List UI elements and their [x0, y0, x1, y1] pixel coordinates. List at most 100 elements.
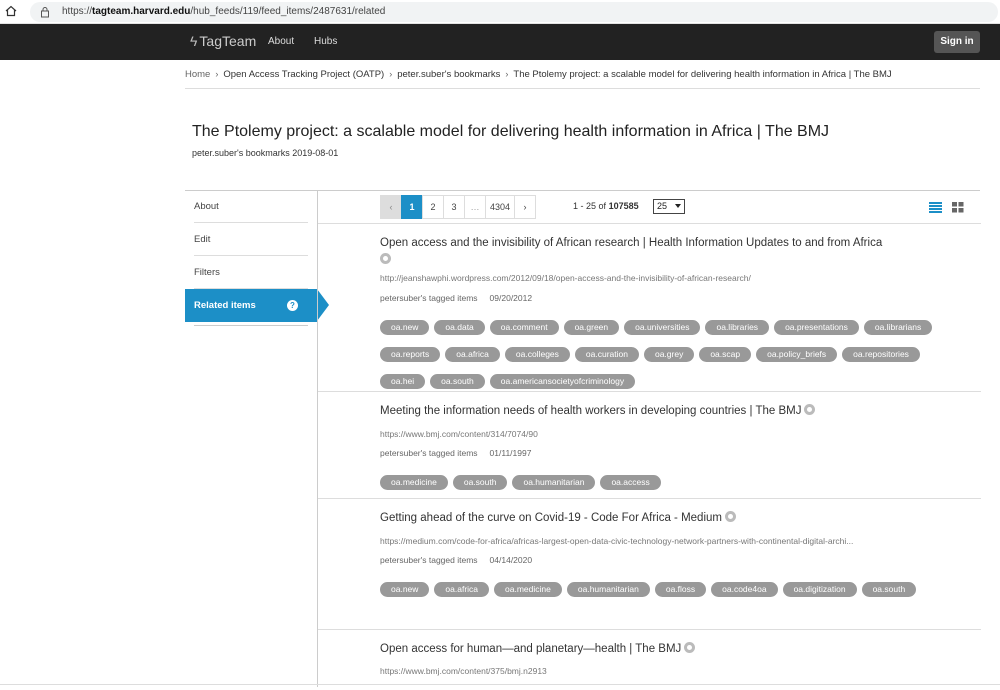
- breadcrumb-current: The Ptolemy project: a scalable model fo…: [513, 69, 892, 80]
- tag-pill[interactable]: oa.humanitarian: [512, 475, 596, 490]
- page-ellipsis: …: [464, 195, 486, 219]
- item-url[interactable]: https://www.bmj.com/content/314/7074/90: [380, 429, 916, 439]
- tag-pill[interactable]: oa.americansocietyofcriminology: [489, 374, 636, 389]
- tag-pill[interactable]: oa.comment: [489, 320, 559, 335]
- tag-pill[interactable]: oa.new: [380, 582, 430, 597]
- menu-item-about[interactable]: About: [194, 190, 308, 223]
- tag-pill[interactable]: oa.green: [563, 320, 620, 335]
- tag-pill[interactable]: oa.south: [452, 475, 508, 490]
- tag-pill[interactable]: oa.access: [600, 475, 661, 490]
- item-title-row: Getting ahead of the curve on Covid-19 -…: [380, 511, 920, 526]
- item-title-link[interactable]: Meeting the information needs of health …: [380, 405, 801, 417]
- result-count: 1 - 25 of 107585: [573, 201, 639, 211]
- tag-pill[interactable]: oa.libraries: [705, 320, 770, 335]
- item-date: 01/11/1997: [489, 448, 532, 458]
- page-title: The Ptolemy project: a scalable model fo…: [192, 123, 830, 140]
- tag-pill[interactable]: oa.medicine: [494, 582, 562, 597]
- tag-pill[interactable]: oa.floss: [654, 582, 707, 597]
- page-2-button[interactable]: 2: [422, 195, 444, 219]
- tag-pill[interactable]: oa.data: [434, 320, 485, 335]
- item-url[interactable]: http://jeanshawphi.wordpress.com/2012/09…: [380, 273, 916, 283]
- related-item: Open access and the invisibility of Afri…: [318, 224, 981, 392]
- nav-hubs-link[interactable]: Hubs: [314, 36, 337, 47]
- tag-pill[interactable]: oa.south: [861, 582, 917, 597]
- tag-list: oa.new oa.africa oa.medicine oa.humanitaria…: [380, 579, 970, 606]
- item-meta: petersuber's tagged items 01/11/1997: [380, 448, 531, 458]
- breadcrumb: Home › Open Access Tracking Project (OATP)…: [185, 69, 892, 80]
- divider: [194, 325, 308, 326]
- related-item: Meeting the information needs of health …: [318, 392, 981, 499]
- sign-in-button[interactable]: Sign in: [934, 31, 980, 53]
- tag-pill[interactable]: oa.code4oa: [711, 582, 778, 597]
- menu-item-filters[interactable]: Filters: [194, 256, 308, 289]
- tag-pill[interactable]: oa.repositories: [842, 347, 920, 362]
- gear-icon[interactable]: [724, 511, 736, 522]
- menu-item-edit[interactable]: Edit: [194, 223, 308, 256]
- item-source[interactable]: petersuber's tagged items: [380, 555, 478, 565]
- tag-pill[interactable]: oa.africa: [434, 582, 490, 597]
- page-3-button[interactable]: 3: [443, 195, 465, 219]
- tag-pill[interactable]: oa.curation: [574, 347, 639, 362]
- chevron-right-icon: ›: [389, 69, 393, 79]
- tag-pill[interactable]: oa.africa: [445, 347, 500, 362]
- item-title-row: Open access and the invisibility of Afri…: [380, 236, 920, 264]
- tag-pill[interactable]: oa.hei: [380, 374, 426, 389]
- related-item: Getting ahead of the curve on Covid-19 -…: [318, 499, 981, 630]
- related-item: Open access for human—and planetary—heal…: [318, 630, 981, 690]
- home-icon[interactable]: [4, 4, 18, 18]
- tag-list: oa.new oa.data oa.comment oa.green oa.univer…: [380, 317, 970, 398]
- item-date: 09/20/2012: [489, 293, 533, 303]
- pagination: ‹ 1 2 3 … 4304 ›: [380, 195, 537, 219]
- chevron-right-icon: ›: [505, 69, 509, 79]
- gear-icon[interactable]: [804, 404, 816, 415]
- browser-address-bar: https://tagteam.harvard.edu/hub_feeds/11…: [0, 0, 1000, 24]
- bolt-icon: ϟ: [190, 33, 198, 49]
- item-title-link[interactable]: Open access for human—and planetary—heal…: [380, 643, 681, 655]
- menu-item-related-items[interactable]: Related items ?: [185, 289, 329, 322]
- brand-logo[interactable]: ϟ TagTeam: [190, 33, 256, 49]
- lock-icon: [40, 5, 50, 18]
- gear-icon[interactable]: [380, 253, 391, 264]
- item-title-link[interactable]: Getting ahead of the curve on Covid-19 -…: [380, 512, 722, 524]
- item-meta: petersuber's tagged items 09/20/2012: [380, 293, 532, 303]
- divider: [185, 88, 980, 89]
- tag-list: oa.medicine oa.south oa.humanitarian oa.acc…: [380, 472, 970, 499]
- breadcrumb-feed[interactable]: peter.suber's bookmarks: [397, 69, 500, 80]
- nav-about-link[interactable]: About: [268, 36, 294, 47]
- chevron-down-icon: [675, 204, 681, 208]
- url-field[interactable]: https://tagteam.harvard.edu/hub_feeds/11…: [30, 2, 998, 22]
- breadcrumb-hub[interactable]: Open Access Tracking Project (OATP): [223, 69, 384, 80]
- tag-pill[interactable]: oa.presentations: [774, 320, 859, 335]
- help-icon[interactable]: ?: [287, 300, 298, 311]
- gear-icon[interactable]: [684, 642, 696, 653]
- tag-pill[interactable]: oa.colleges: [504, 347, 570, 362]
- item-title-link[interactable]: Open access and the invisibility of Afri…: [380, 237, 882, 249]
- url-text: https://tagteam.harvard.edu/hub_feeds/11…: [62, 6, 386, 17]
- item-url[interactable]: https://www.bmj.com/content/375/bmj.n291…: [380, 666, 916, 676]
- tag-pill[interactable]: oa.scap: [699, 347, 752, 362]
- per-page-select[interactable]: 25: [653, 199, 685, 214]
- tag-pill[interactable]: oa.medicine: [380, 475, 448, 490]
- tag-pill[interactable]: oa.librarians: [863, 320, 933, 335]
- breadcrumb-home[interactable]: Home: [185, 69, 210, 80]
- page-subtitle: peter.suber's bookmarks 2019-08-01: [192, 148, 339, 158]
- tag-pill[interactable]: oa.digitization: [782, 582, 857, 597]
- item-source[interactable]: petersuber's tagged items: [380, 448, 478, 458]
- list-view-icon[interactable]: [929, 200, 942, 213]
- item-meta: petersuber's tagged items 04/14/2020: [380, 555, 532, 565]
- tag-pill[interactable]: oa.universities: [624, 320, 701, 335]
- item-source[interactable]: petersuber's tagged items: [380, 293, 478, 303]
- tag-pill[interactable]: oa.south: [430, 374, 485, 389]
- chevron-right-icon: ›: [215, 69, 219, 79]
- tag-pill[interactable]: oa.new: [380, 320, 430, 335]
- next-page-button[interactable]: ›: [514, 195, 537, 219]
- item-url[interactable]: https://medium.com/code-for-africa/afric…: [380, 536, 916, 546]
- page-last-button[interactable]: 4304: [485, 195, 516, 219]
- page-1-button[interactable]: 1: [401, 195, 423, 219]
- tag-pill[interactable]: oa.humanitarian: [566, 582, 650, 597]
- tag-pill[interactable]: oa.policy_briefs: [756, 347, 838, 362]
- prev-page-button[interactable]: ‹: [380, 195, 402, 219]
- tag-pill[interactable]: oa.grey: [643, 347, 695, 362]
- tag-pill[interactable]: oa.reports: [380, 347, 441, 362]
- grid-view-icon[interactable]: [952, 200, 964, 213]
